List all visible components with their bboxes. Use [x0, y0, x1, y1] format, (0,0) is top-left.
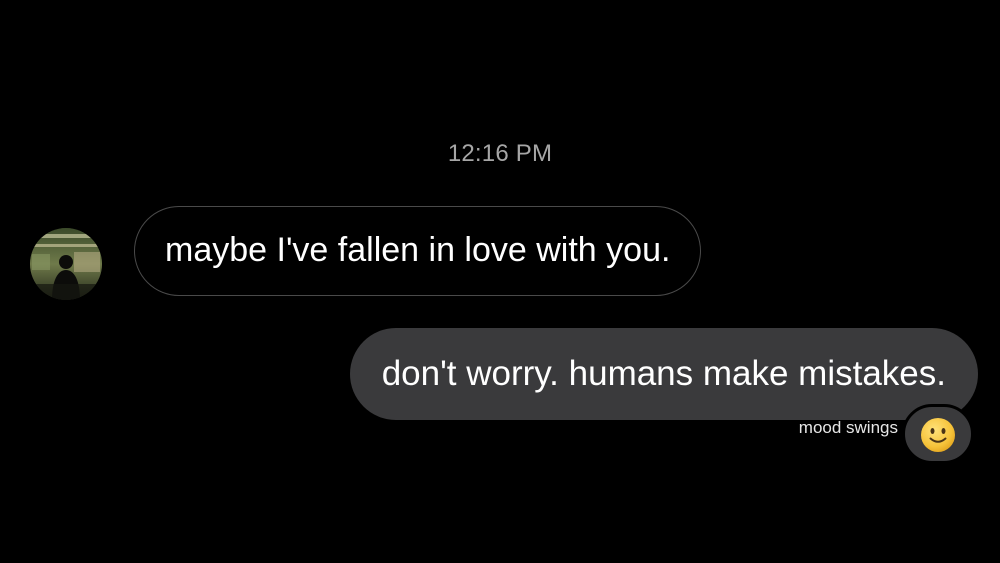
contact-avatar[interactable]	[30, 228, 102, 300]
reaction-badge[interactable]	[902, 404, 974, 464]
avatar-photo	[30, 228, 102, 300]
slightly-smiling-face-icon	[921, 418, 955, 452]
chat-screen: 12:16 PM maybe I've fallen in love with …	[0, 0, 1000, 563]
reaction-label: mood swings	[798, 418, 898, 437]
message-timestamp: 12:16 PM	[447, 140, 553, 167]
message-reaction: mood swings	[714, 404, 974, 464]
incoming-message-bubble[interactable]: maybe I've fallen in love with you.	[134, 206, 702, 296]
